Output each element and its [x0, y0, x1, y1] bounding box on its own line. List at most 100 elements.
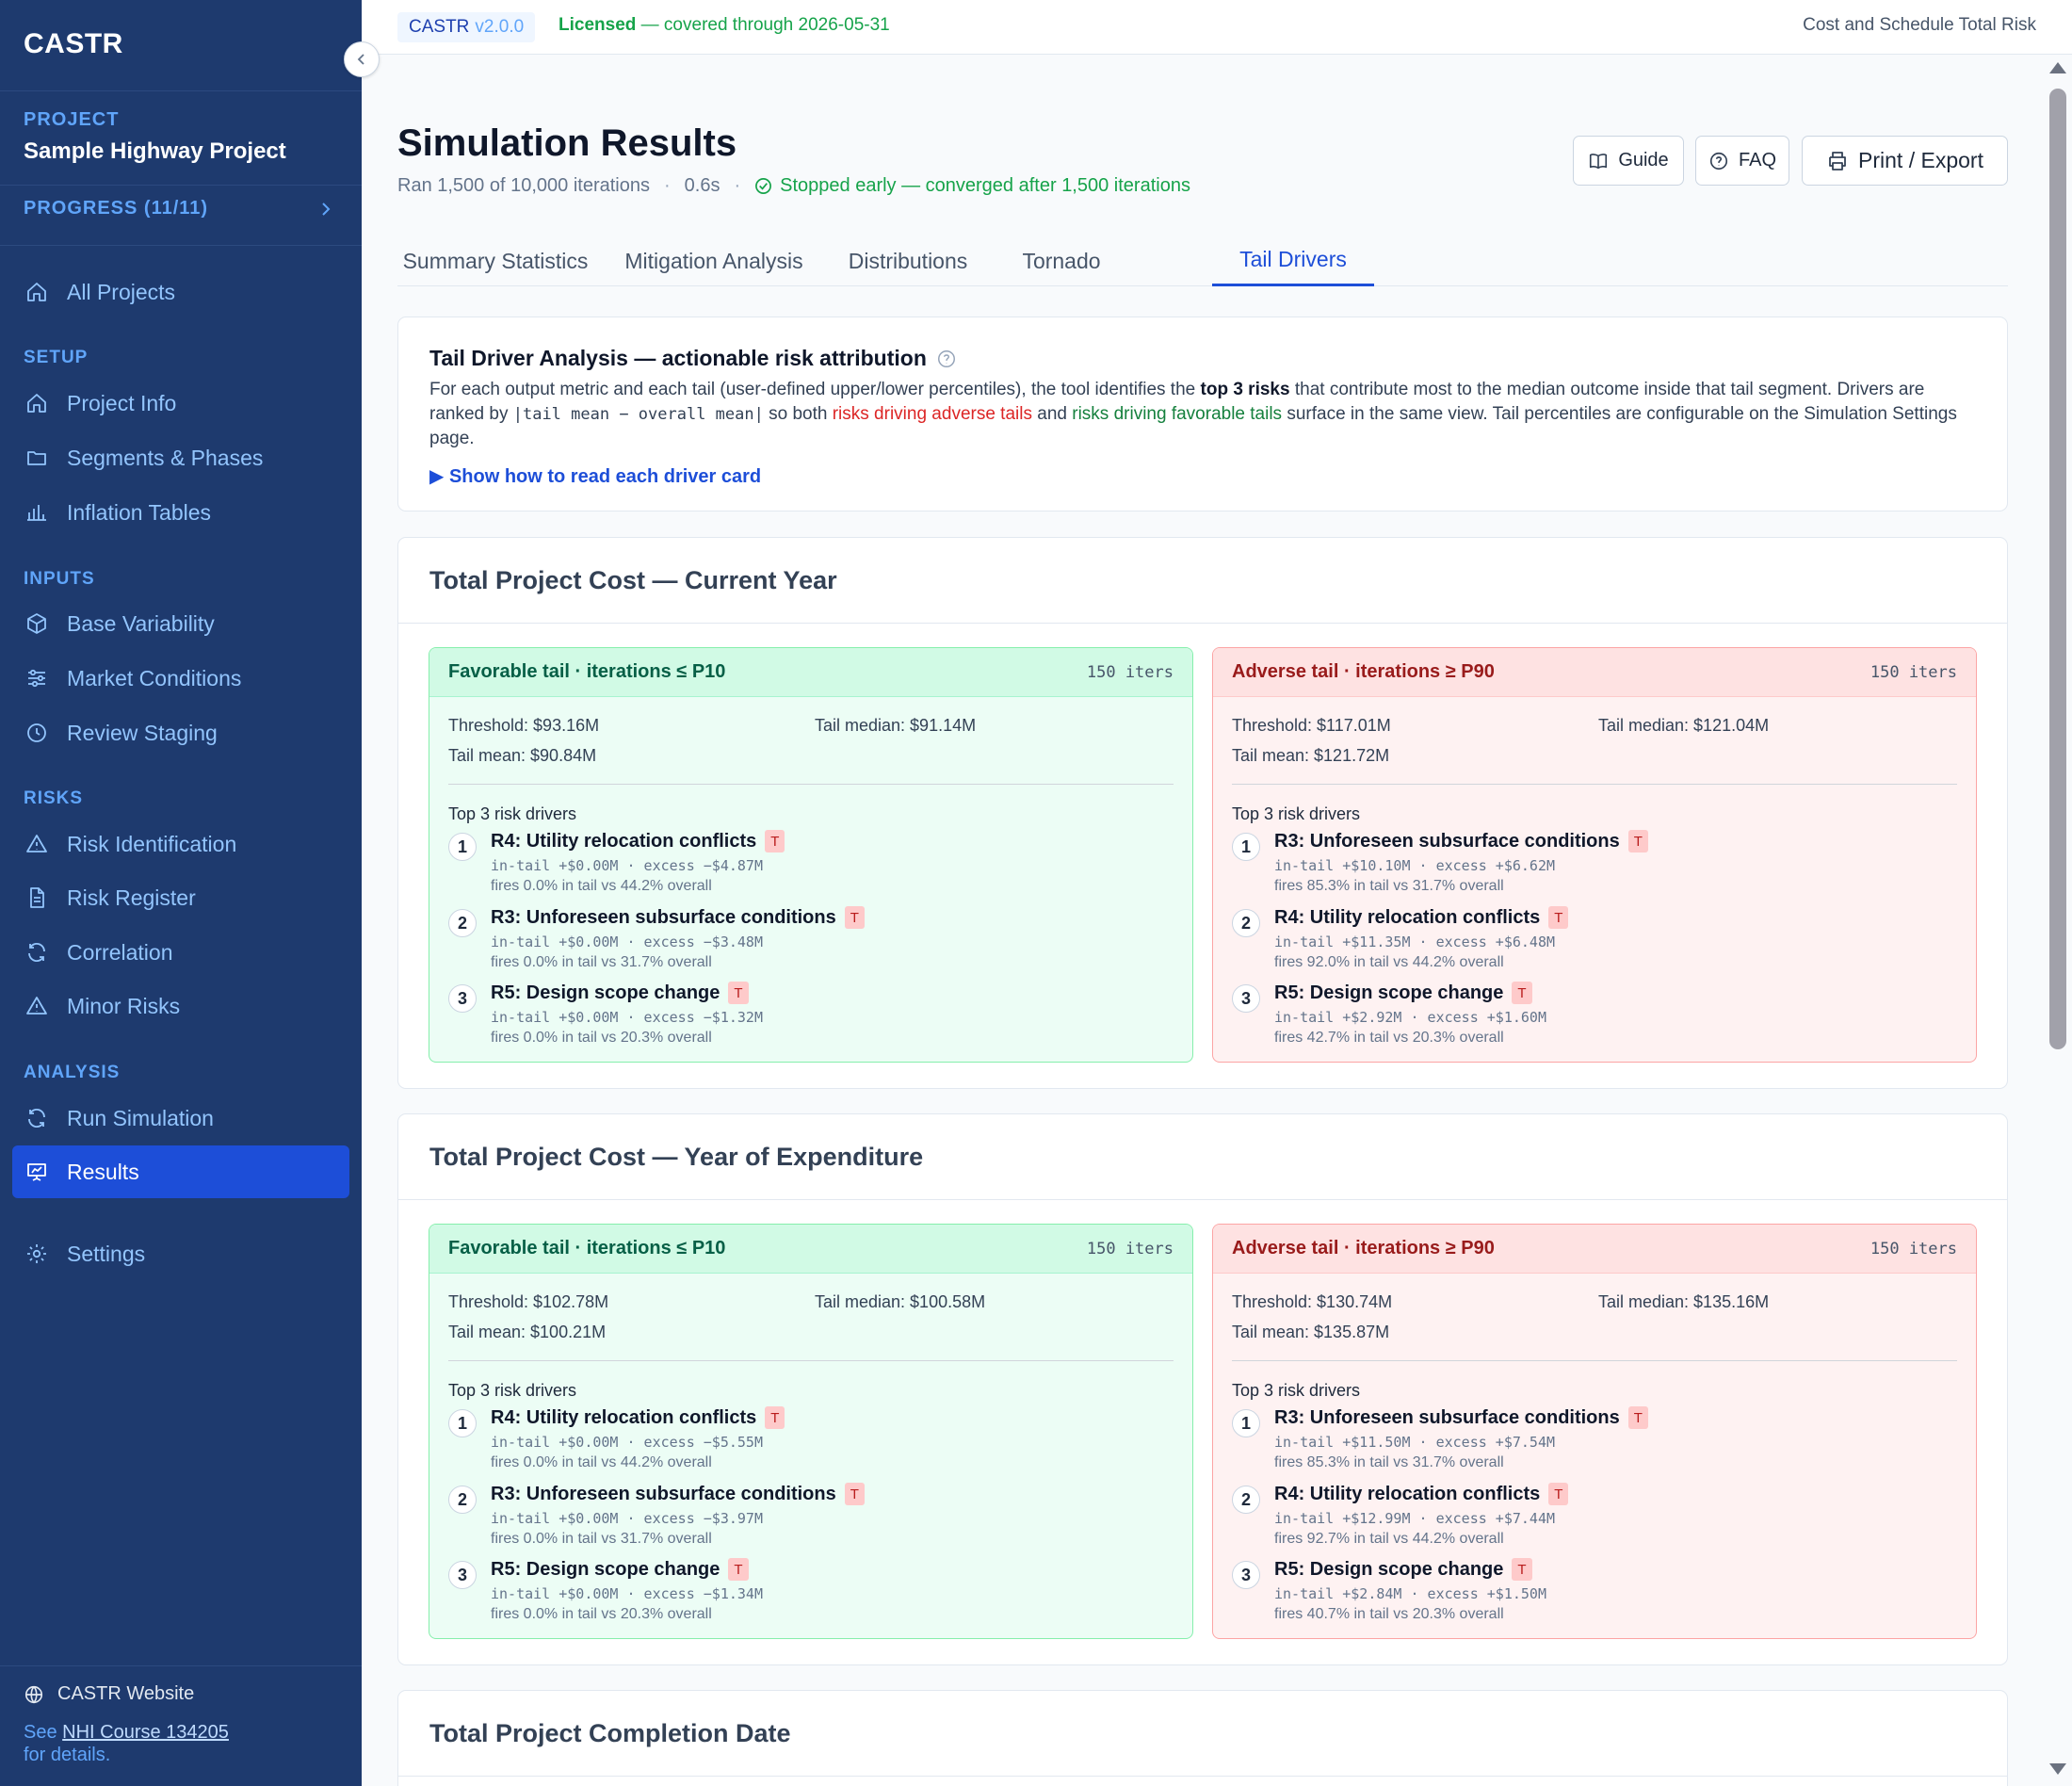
risk-driver-item: 1 R3: Unforeseen subsurface conditions T …	[1232, 830, 1957, 901]
sidebar-item-base-variability[interactable]: Base Variability	[12, 597, 349, 650]
sidebar-item-inflation-tables[interactable]: Inflation Tables	[12, 486, 349, 539]
sidebar-item-risk-register[interactable]: Risk Register	[12, 871, 349, 924]
risk-driver-item: 3 R5: Design scope change T in-tail +$0.0…	[448, 982, 1174, 1053]
driver-name-text: R5: Design scope change	[491, 1558, 720, 1580]
drivers-heading: Top 3 risk drivers	[448, 804, 577, 823]
driver-name: R3: Unforeseen subsurface conditions T	[491, 906, 865, 929]
tail-mean: Tail mean: $90.84M	[448, 746, 597, 765]
driver-fire-rate: fires 0.0% in tail vs 31.7% overall	[491, 954, 712, 970]
printer-icon	[1826, 150, 1849, 172]
tab-mitigation-analysis[interactable]: Mitigation Analysis	[605, 235, 823, 286]
section-divider	[398, 623, 2007, 624]
chevron-right-icon[interactable]	[316, 198, 335, 225]
drivers-heading: Top 3 risk drivers	[448, 1381, 577, 1400]
driver-rank: 3	[1232, 1561, 1260, 1589]
section-divider	[398, 1776, 2007, 1777]
driver-type-badge: T	[1512, 982, 1532, 1004]
scroll-up-arrow-icon[interactable]	[2049, 62, 2066, 73]
scroll-down-arrow-icon[interactable]	[2049, 1763, 2066, 1775]
document-icon	[24, 885, 49, 910]
warning-icon	[24, 832, 49, 856]
intro-text: so both	[769, 404, 828, 424]
tail-iteration-count: 150 iters	[1086, 1239, 1174, 1258]
sidebar-item-label: Results	[67, 1159, 139, 1184]
sidebar-item-results[interactable]: Results	[12, 1145, 349, 1198]
tail-threshold: Threshold: $117.01M	[1232, 716, 1391, 735]
tail-mean: Tail mean: $121.72M	[1232, 746, 1390, 765]
run-summary: Ran 1,500 of 10,000 iterations · 0.6s · …	[397, 175, 1190, 197]
license-label: Licensed	[558, 15, 637, 35]
intro-title: Tail Driver Analysis — actionable risk a…	[429, 346, 957, 371]
tail-label: Favorable tail · iterations ≤ P10	[448, 1238, 726, 1258]
tail-header: Favorable tail · iterations ≤ P10 150 it…	[429, 648, 1192, 697]
risk-driver-item: 2 R3: Unforeseen subsurface conditions T …	[448, 906, 1174, 978]
scrollbar-thumb[interactable]	[2049, 89, 2066, 1049]
print-export-button[interactable]: Print / Export	[1802, 136, 2008, 186]
sidebar-item-label: Market Conditions	[67, 665, 242, 690]
sidebar-item-minor-risks[interactable]: Minor Risks	[12, 980, 349, 1032]
intro-text: For each output metric and each tail (us…	[429, 380, 1196, 399]
sidebar-item-segments-phases[interactable]: Segments & Phases	[12, 431, 349, 484]
intro-formula: |tail mean − overall mean|	[512, 405, 764, 424]
brand-logo[interactable]: CASTR	[24, 28, 123, 60]
tail-label: Favorable tail · iterations ≤ P10	[448, 661, 726, 682]
driver-name: R4: Utility relocation conflicts T	[491, 1406, 785, 1429]
risk-driver-item: 3 R5: Design scope change T in-tail +$2.9…	[1232, 982, 1957, 1053]
warning-icon	[24, 994, 49, 1018]
progress-toggle[interactable]: PROGRESS (11/11)	[24, 198, 208, 219]
tail-mean: Tail mean: $135.87M	[1232, 1323, 1390, 1341]
driver-fire-rate: fires 0.0% in tail vs 20.3% overall	[491, 1030, 712, 1046]
driver-name-text: R4: Utility relocation conflicts	[1274, 906, 1541, 928]
driver-type-badge: T	[1548, 906, 1569, 929]
driver-contribution: in-tail +$0.00M · excess −$1.34M	[491, 1585, 763, 1602]
favorable-tail-card: Favorable tail · iterations ≤ P10 150 it…	[429, 647, 1193, 1063]
nhi-course-link[interactable]: NHI Course 134205	[62, 1722, 229, 1743]
sidebar-item-review-staging[interactable]: Review Staging	[12, 706, 349, 759]
tail-divider	[448, 784, 1174, 785]
show-how-to-read-toggle[interactable]: ▶ Show how to read each driver card	[429, 464, 761, 488]
help-circle-icon[interactable]	[936, 349, 957, 369]
faq-label: FAQ	[1738, 150, 1776, 170]
driver-name-text: R4: Utility relocation conflicts	[491, 830, 757, 852]
collapse-sidebar-button[interactable]	[344, 41, 380, 77]
tail-threshold: Threshold: $130.74M	[1232, 1292, 1393, 1311]
sidebar-item-correlation[interactable]: Correlation	[12, 926, 349, 979]
refresh-icon	[24, 1106, 49, 1130]
sidebar-item-risk-identification[interactable]: Risk Identification	[12, 818, 349, 870]
sidebar-item-run-simulation[interactable]: Run Simulation	[12, 1092, 349, 1145]
tail-median: Tail median: $121.04M	[1598, 716, 1770, 735]
results-tabs: Summary Statistics Mitigation Analysis D…	[397, 235, 2008, 286]
tail-header: Adverse tail · iterations ≥ P90 150 iter…	[1213, 648, 1976, 697]
tail-divider	[448, 1360, 1174, 1361]
driver-fire-rate: fires 0.0% in tail vs 44.2% overall	[491, 878, 712, 894]
tab-distributions[interactable]: Distributions	[833, 235, 983, 286]
tail-divider	[1232, 1360, 1957, 1361]
gear-icon	[24, 1242, 49, 1266]
driver-name-text: R3: Unforeseen subsurface conditions	[1274, 1406, 1620, 1428]
sidebar-item-all-projects[interactable]: All Projects	[12, 266, 349, 318]
license-status: Licensed — covered through 2026-05-31	[558, 15, 890, 36]
sidebar-item-settings[interactable]: Settings	[12, 1227, 349, 1280]
guide-button[interactable]: Guide	[1573, 136, 1684, 186]
sidebar-item-market-conditions[interactable]: Market Conditions	[12, 652, 349, 705]
adverse-tail-card: Adverse tail · iterations ≥ P90 150 iter…	[1212, 647, 1977, 1063]
bar-chart-icon	[24, 500, 49, 525]
see-text: See	[24, 1722, 57, 1743]
tail-label: Adverse tail · iterations ≥ P90	[1232, 1238, 1495, 1258]
castr-website-link[interactable]: CASTR Website	[24, 1683, 194, 1705]
sidebar-item-project-info[interactable]: Project Info	[12, 377, 349, 430]
sidebar-item-label: Risk Register	[67, 885, 196, 910]
driver-rank: 3	[448, 1561, 477, 1589]
tab-summary-statistics[interactable]: Summary Statistics	[397, 235, 593, 286]
risk-driver-item: 3 R5: Design scope change T in-tail +$0.0…	[448, 1558, 1174, 1630]
risk-driver-item: 1 R3: Unforeseen subsurface conditions T …	[1232, 1406, 1957, 1478]
tail-divider	[1232, 784, 1957, 785]
license-detail: — covered through 2026-05-31	[640, 15, 890, 35]
faq-button[interactable]: FAQ	[1695, 136, 1789, 186]
tab-tail-drivers[interactable]: Tail Drivers	[1212, 235, 1374, 286]
separator-dot: ·	[734, 175, 741, 196]
presentation-chart-icon	[24, 1160, 49, 1184]
intro-adverse-highlight: risks driving adverse tails	[832, 404, 1032, 424]
chevron-left-icon	[354, 52, 369, 67]
tab-tornado[interactable]: Tornado	[1000, 235, 1123, 286]
